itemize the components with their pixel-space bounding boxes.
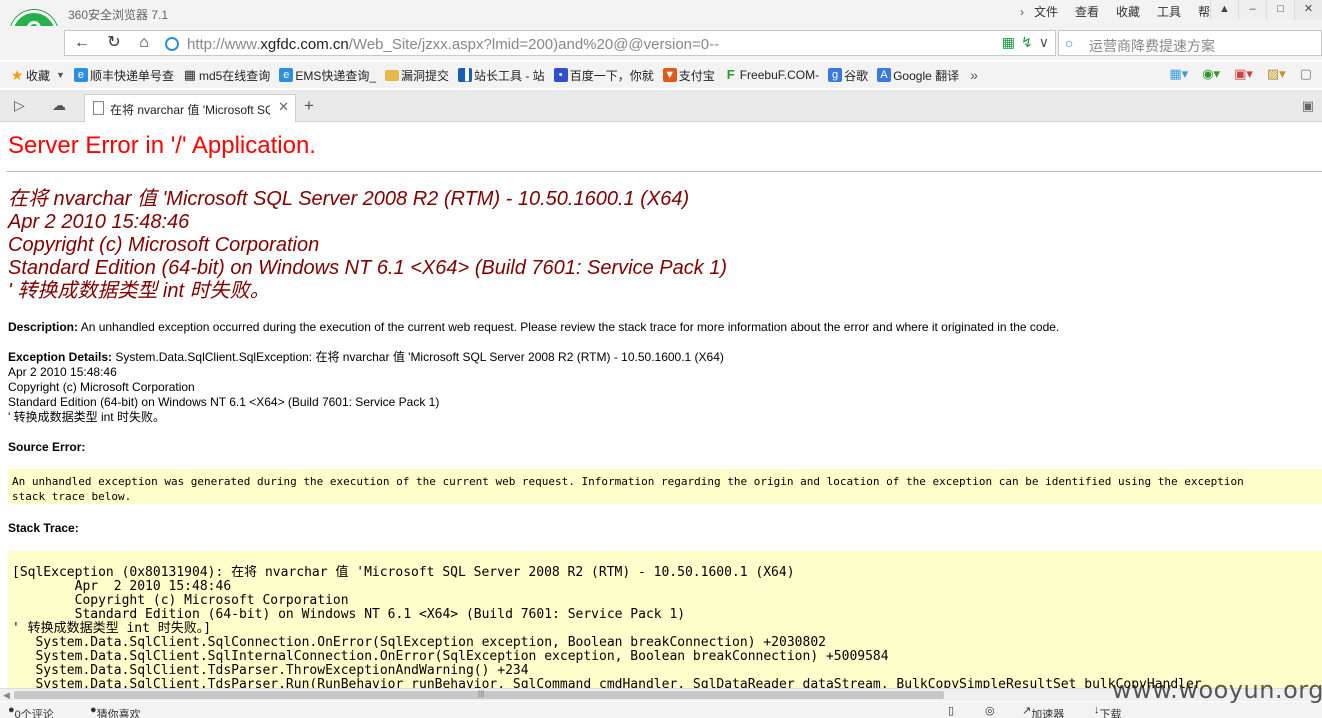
download-status[interactable]: ↓ 下载 [1094,704,1122,718]
address-bar[interactable]: ← ↻ ⌂ http://www.xgfdc.com.cn/Web_Site/j… [64,30,1056,56]
search-box[interactable]: ○ 运营商降费提速方案 [1058,30,1322,56]
navigation-bar: ← ↻ ⌂ http://www.xgfdc.com.cn/Web_Site/j… [0,26,1322,60]
tab-list-icon[interactable]: ▣ [1302,98,1314,114]
bookmark-item[interactable]: • 百度一下，你就 [553,67,654,84]
minimize-button[interactable]: – [1238,0,1266,20]
paw-icon: • [553,68,568,82]
translate-icon[interactable]: ▣▾ [1234,66,1253,82]
shield-icon: ▼ [662,68,677,82]
page-icon[interactable]: ▯ [948,704,954,717]
scroll-left-icon[interactable]: ◀ [3,689,10,701]
express-icon: e [73,68,88,82]
express-icon: e [279,68,294,82]
toolbar-extensions: ▦▾ ◉▾ ▣▾ ▨▾ ▢ [1169,66,1312,82]
search-icon[interactable]: ○ [1065,35,1073,51]
shield-icon[interactable]: ◉▾ [1202,66,1220,82]
skin-icon[interactable]: ▲ [1210,0,1238,20]
cloud-icon[interactable]: ☁ [52,97,66,114]
document-icon [93,101,104,115]
qr-code-icon[interactable]: ▦ [1002,34,1015,51]
exception-details: Exception Details: System.Data.SqlClient… [8,350,724,424]
star-icon: ★ [10,67,24,83]
tab-active[interactable]: 在将 nvarchar 值 'Microsoft SQL Server 2008… [84,94,296,122]
bookmark-item[interactable]: ▐ 站长工具 - 站 [458,67,545,84]
dropdown-chevron-icon[interactable]: ∨ [1039,34,1049,51]
search-input[interactable]: 运营商降费提速方案 [1089,36,1215,56]
folder-icon [385,69,399,81]
chevron-right-icon[interactable]: › [1020,4,1024,20]
stack-trace-heading: Stack Trace: [8,521,79,535]
bookmark-item[interactable]: g 谷歌 [828,67,868,84]
source-error-box: An unhandled exception was generated dur… [8,469,1322,504]
grid-icon: ▦ [183,67,197,82]
gamepad-icon[interactable]: ▢ [1300,66,1312,82]
close-icon[interactable]: ✕ [278,99,289,115]
screenshot-icon[interactable]: ▨▾ [1267,66,1286,82]
url-text[interactable]: http://www.xgfdc.com.cn/Web_Site/jzxx.as… [187,36,719,53]
stack-trace-box: [SqlException (0x80131904): 在将 nvarchar … [8,551,1322,688]
menu-item-tools[interactable]: 工具 [1157,4,1181,20]
recommend-status[interactable]: ● 猜你喜欢 [90,704,141,718]
menu-bar: › 文件 查看 收藏 工具 帮助 [1020,4,1239,20]
window-controls: ▲ – □ ✕ [1210,0,1322,20]
page-title: Server Error in '/' Application. [8,132,316,159]
site-security-icon[interactable] [165,37,179,51]
chart-icon: ▐ [458,68,473,82]
translate-icon: A [877,68,892,82]
divider [6,171,1322,172]
bookmark-favorites[interactable]: ★ 收藏 ▼ [10,67,65,84]
bookmark-item[interactable]: e EMS快递查询_ [279,67,376,84]
home-icon[interactable]: ⌂ [133,32,155,54]
google-icon: g [828,68,843,82]
lightning-icon[interactable]: ↯ [1021,34,1033,51]
menu-item-favorites[interactable]: 收藏 [1116,4,1140,20]
back-arrow-icon[interactable]: ← [71,32,93,54]
error-title: 在将 nvarchar 值 'Microsoft SQL Server 2008… [8,188,728,302]
sidebar-toggle-icon[interactable]: ▷ [14,97,25,114]
bookmark-item[interactable]: ▦ md5在线查询 [183,67,271,84]
apps-grid-icon[interactable]: ▦▾ [1169,66,1188,82]
tab-bar: ▷ ☁ 在将 nvarchar 值 'Microsoft SQL Server … [0,90,1322,122]
bookmarks-bar: ★ 收藏 ▼ e 顺丰快递单号查 ▦ md5在线查询 e EMS快递查询_ 漏洞提交 ▐… [0,62,1322,88]
bookmark-item[interactable]: e 顺丰快递单号查 [73,67,174,84]
menu-item-view[interactable]: 查看 [1075,4,1099,20]
description: Description: An unhandled exception occu… [8,320,1060,334]
double-chevron-icon[interactable]: » [970,67,978,83]
new-tab-button[interactable]: + [304,96,314,116]
close-button[interactable]: ✕ [1294,0,1322,20]
grip-icon: ||| [478,689,485,698]
bookmark-item[interactable]: 漏洞提交 [385,67,449,84]
maximize-button[interactable]: □ [1266,0,1294,20]
bookmark-item[interactable]: ▼ 支付宝 [662,67,715,84]
source-error-heading: Source Error: [8,440,86,454]
comments-status[interactable]: ● 0个评论 [8,704,54,718]
bookmark-item[interactable]: F FreebuF.COM- [724,67,819,83]
app-title: 360安全浏览器 7.1 [68,8,169,22]
menu-item-file[interactable]: 文件 [1034,4,1058,20]
status-bar: ● 0个评论 ● 猜你喜欢 ▯ ◎ ↗ 加速器 ↓ 下载 [0,702,1322,718]
bookmark-item[interactable]: A Google 翻译 [877,67,959,84]
f-icon: F [726,67,735,82]
refresh-icon[interactable]: ↻ [103,32,125,54]
settings-icon[interactable]: ◎ [985,704,995,717]
page-content: Server Error in '/' Application. 在将 nvar… [0,123,1322,688]
accelerator-status[interactable]: ↗ 加速器 [1022,704,1064,718]
watermark: www.wooyun.org [1112,676,1322,704]
tab-label: 在将 nvarchar 值 'Microsoft SQL Server 2008… [110,103,270,117]
title-bar: 360安全浏览器 7.1 › 文件 查看 收藏 工具 帮助 ▲ – □ ✕ [0,0,1322,26]
